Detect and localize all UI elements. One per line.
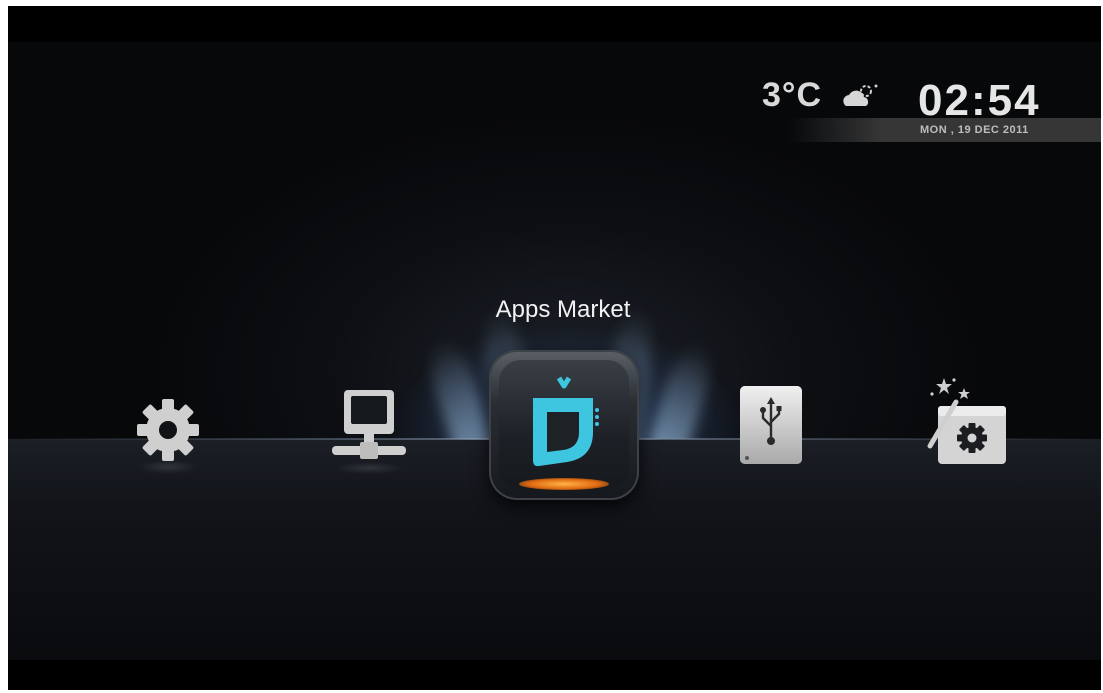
temperature: 3°C: [762, 76, 823, 114]
menu-item-usb[interactable]: [732, 380, 802, 464]
menu-item-network[interactable]: [324, 384, 414, 474]
menu-item-settings[interactable]: [132, 394, 204, 474]
screen: 3°C 02:54 MON , 19 DEC 2011 Apps Market: [0, 0, 1103, 693]
selected-menu-label: Apps Market: [495, 296, 631, 323]
clock-date: MON , 19 DEC 2011: [920, 124, 1029, 136]
gear-icon: [137, 399, 199, 461]
usb-drive-icon: [740, 386, 802, 464]
reflection: [334, 462, 404, 474]
setup-wizard-icon: [927, 378, 1006, 464]
selection-indicator: [519, 478, 609, 490]
network-computer-icon: [332, 390, 406, 459]
menu-item-setup-wizard[interactable]: [916, 372, 1008, 464]
menu-item-apps-market[interactable]: [489, 350, 639, 500]
media-player-home: 3°C 02:54 MON , 19 DEC 2011 Apps Market: [8, 6, 1101, 690]
apps-market-tile: [489, 350, 639, 500]
reflection: [138, 460, 198, 474]
cloud-sun-icon: [843, 84, 878, 106]
